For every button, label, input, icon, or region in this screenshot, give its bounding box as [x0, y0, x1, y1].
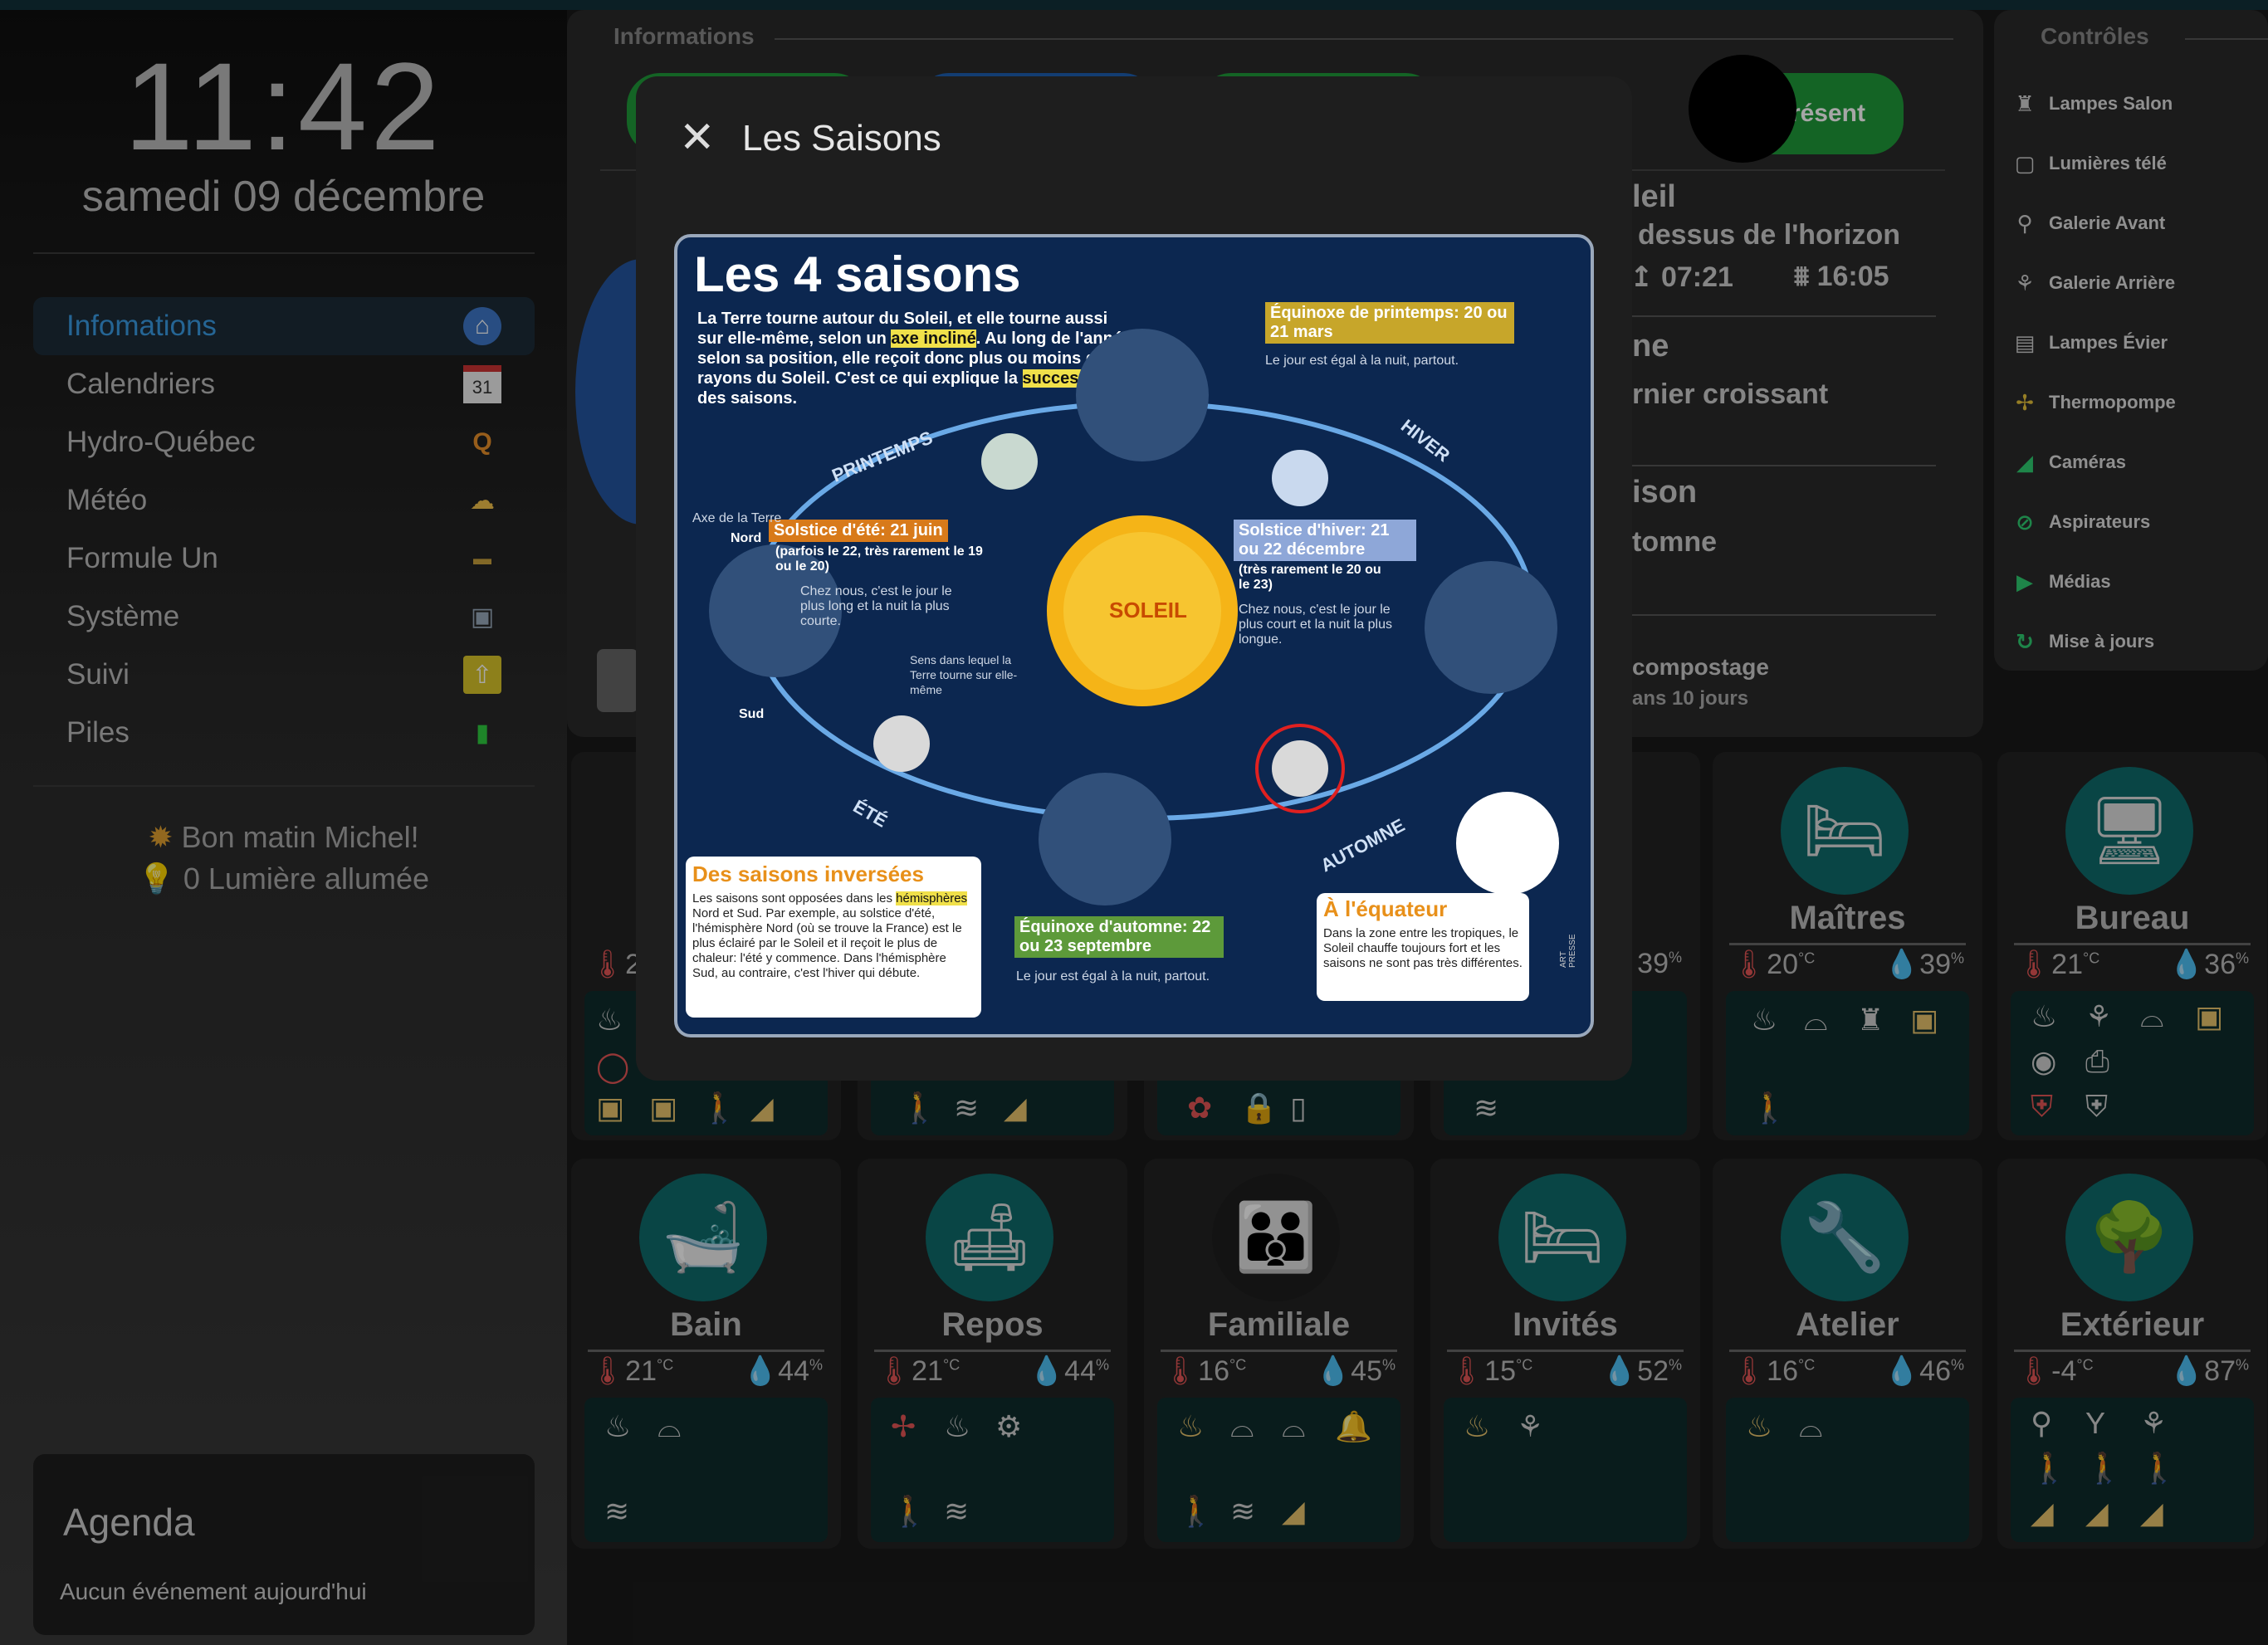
inverted-title: Des saisons inversées: [692, 862, 924, 886]
inverted-highlight: hémisphères: [896, 891, 968, 905]
inverted-seasons-box: Des saisons inversées Les saisons sont o…: [686, 857, 981, 1018]
winter-solstice-label: Solstice d'hiver: 21 ou 22 décembre: [1234, 520, 1416, 561]
snowflake-badge: [1272, 450, 1328, 506]
spring-equinox-label: Équinoxe de printemps: 20 ou 21 mars: [1265, 302, 1514, 344]
inverted-text-part: Les saisons sont opposées dans les: [692, 891, 897, 905]
sun-label: SOLEIL: [1109, 598, 1187, 622]
inverted-text-part: Nord et Sud. Par exemple, au solstice d'…: [692, 906, 962, 980]
axis-label: Axe de la Terre: [692, 511, 782, 525]
rotation-note: Sens dans lequel la Terre tourne sur ell…: [910, 653, 1018, 696]
summer-solstice-label: Solstice d'été: 21 juin: [769, 520, 948, 542]
dialog-title: Les Saisons: [742, 118, 941, 159]
earth-top: [1076, 329, 1209, 461]
spring-label: PRINTEMPS: [829, 427, 936, 486]
seasons-dialog: ✕ Les Saisons Les 4 saisons La Terre tou…: [636, 76, 1632, 1081]
poster-credit: ART PRESSE: [1559, 934, 1577, 968]
equator-box: À l'équateur Dans la zone entre les trop…: [1317, 893, 1529, 1001]
earth-bottom: [1039, 773, 1171, 905]
autumn-equinox-note: Le jour est égal à la nuit, partout.: [1016, 969, 1210, 984]
autumn-equinox-label: Équinoxe d'automne: 22 ou 23 septembre: [1014, 916, 1224, 958]
winter-solstice-note: Chez nous, c'est le jour le plus court e…: [1239, 603, 1392, 647]
summer-solstice-sub: (parfois le 22, très rarement le 19 ou l…: [775, 544, 983, 574]
flower-badge: [981, 433, 1038, 490]
south-label: Sud: [739, 707, 765, 721]
spring-equinox-note: Le jour est égal à la nuit, partout.: [1265, 354, 1459, 368]
north-label: Nord: [731, 531, 762, 545]
leaf-badge: [1272, 740, 1328, 797]
equator-title: À l'équateur: [1323, 896, 1448, 921]
autumn-label: AUTOMNE: [1317, 814, 1409, 876]
winter-solstice-sub: (très rarement le 20 ou le 23): [1239, 563, 1381, 592]
summer-solstice-note: Chez nous, c'est le jour le plus long et…: [800, 584, 952, 628]
close-icon[interactable]: ✕: [679, 113, 716, 163]
sun-badge: [873, 715, 930, 772]
summer-label: ÉTÉ: [850, 796, 892, 832]
earth-right: [1425, 561, 1557, 694]
palm-badge: [1456, 792, 1559, 895]
inverted-text: Les saisons sont opposées dans les hémis…: [692, 891, 975, 981]
equator-text: Dans la zone entre les tropiques, le Sol…: [1323, 926, 1523, 970]
seasons-poster: Les 4 saisons La Terre tourne autour du …: [674, 234, 1594, 1037]
